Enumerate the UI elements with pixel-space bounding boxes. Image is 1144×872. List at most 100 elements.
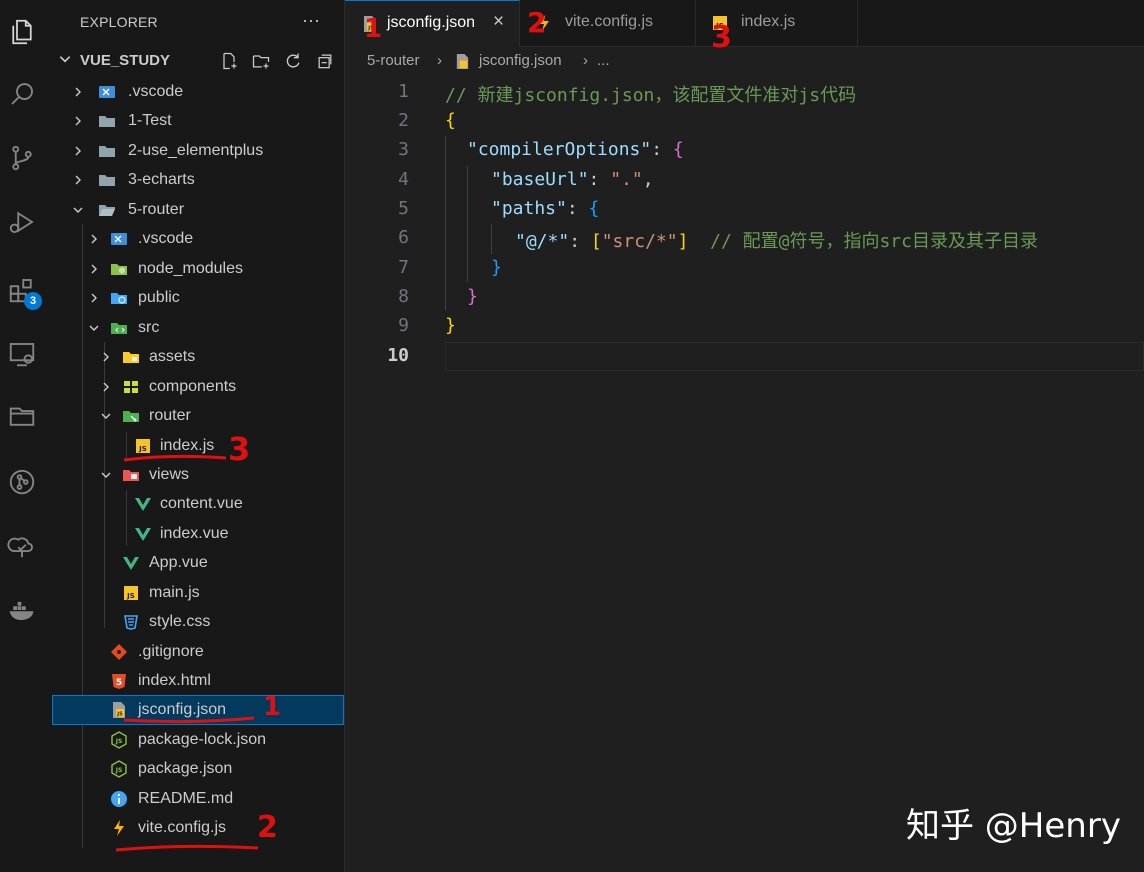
tree-item-content-vue[interactable]: content.vue xyxy=(52,490,344,518)
refresh-icon[interactable] xyxy=(282,51,304,71)
css-file-icon xyxy=(122,613,140,631)
code-line: 2 { xyxy=(398,110,456,131)
breadcrumb-folder[interactable]: 5-router xyxy=(367,52,420,69)
tree-item-5-router[interactable]: 5-router xyxy=(52,196,344,224)
chevron-down-icon xyxy=(73,207,83,213)
source-control-icon[interactable] xyxy=(2,138,42,178)
code-line: 3 "compilerOptions": { xyxy=(398,139,684,160)
breadcrumb-file[interactable]: jsconfig.json xyxy=(479,52,562,69)
tree-item-public[interactable]: public xyxy=(52,284,344,312)
tree-item-gitignore[interactable]: .gitignore xyxy=(52,638,344,666)
chevron-right-icon xyxy=(103,352,109,362)
npm-file-icon: JS xyxy=(110,760,128,778)
chevron-down-icon xyxy=(101,413,111,419)
explorer-title: EXPLORER xyxy=(80,14,158,30)
svg-text:JS: JS xyxy=(115,738,123,745)
tab-label: index.js xyxy=(741,13,796,30)
tree-item-vscode[interactable]: .vscode xyxy=(52,78,344,106)
remote-explorer-icon[interactable] xyxy=(2,334,42,374)
code-editor[interactable]: 1 // 新建jsconfig.json，该配置文件准对js代码 2 { 3 "… xyxy=(345,78,1144,872)
folder-icon xyxy=(98,142,116,160)
chevron-right-icon xyxy=(75,116,81,126)
new-folder-icon[interactable] xyxy=(250,51,272,71)
extensions-icon[interactable]: 3 xyxy=(2,270,42,310)
tree-item-readme-md[interactable]: README.md xyxy=(52,785,344,813)
tree-item-src[interactable]: src xyxy=(52,314,344,342)
folder-icon xyxy=(98,171,116,189)
svg-text:JS: JS xyxy=(126,592,135,600)
annotation-1-tab: 1 xyxy=(364,14,383,44)
docker-icon[interactable] xyxy=(2,590,42,630)
folder-icon xyxy=(98,112,116,130)
vue-file-icon xyxy=(134,495,152,513)
tree-item-3-echarts[interactable]: 3-echarts xyxy=(52,166,344,194)
annotation-2-tab: 2 xyxy=(527,6,547,39)
workspace-root-label: VUE_STUDY xyxy=(80,52,171,69)
tree-item-components[interactable]: components xyxy=(52,373,344,401)
chevron-right-icon xyxy=(75,87,81,97)
tree-item-style-css[interactable]: style.css xyxy=(52,608,344,636)
tree-item-index-html[interactable]: 5 index.html xyxy=(52,667,344,695)
chevron-down-icon xyxy=(59,56,71,63)
code-line: 7 } xyxy=(398,257,502,278)
vue-file-icon xyxy=(134,525,152,543)
tree-item-vite-config-js[interactable]: vite.config.js xyxy=(52,814,344,842)
chevron-right-icon xyxy=(91,264,97,274)
close-icon[interactable]: × xyxy=(493,11,504,33)
code-line: 6 "@/*": ["src/*"] // 配置@符号，指向src目录及其子目录 xyxy=(398,227,1038,252)
extensions-badge: 3 xyxy=(24,292,42,310)
git-graph-icon[interactable] xyxy=(2,462,42,502)
activity-bar: 3 xyxy=(0,0,45,872)
chevron-right-icon xyxy=(75,175,81,185)
annotation-1-tree: 1 xyxy=(263,692,282,722)
chevron-right-icon xyxy=(75,146,81,156)
components-folder-icon xyxy=(122,378,140,396)
search-icon[interactable] xyxy=(2,74,42,114)
npm-file-icon: JS xyxy=(110,731,128,749)
public-folder-icon xyxy=(110,289,128,307)
editor-tabs: JS jsconfig.json × vite.config.js JS ind… xyxy=(345,0,1144,47)
tree-item-vscode-nested[interactable]: .vscode xyxy=(52,225,344,253)
tree-item-package-lock-json[interactable]: JS package-lock.json xyxy=(52,726,344,754)
underline-mark xyxy=(123,716,255,724)
chevron-right-icon xyxy=(91,234,97,244)
explorer-icon[interactable] xyxy=(2,12,42,52)
node-folder-icon xyxy=(110,260,128,278)
tab-label: vite.config.js xyxy=(565,13,654,30)
chevron-down-icon xyxy=(89,325,99,331)
annotation-3-tree: 3 xyxy=(228,430,251,468)
src-folder-icon xyxy=(110,319,128,337)
code-line: 1 // 新建jsconfig.json，该配置文件准对js代码 xyxy=(398,81,857,106)
workspace-root[interactable]: VUE_STUDY xyxy=(44,48,344,74)
code-line: 8 } xyxy=(398,286,478,307)
tree-item-router[interactable]: router xyxy=(52,402,344,430)
jsconfig-file-icon xyxy=(454,53,471,74)
folder-icon[interactable] xyxy=(2,396,42,436)
tree-item-main-js[interactable]: JS main.js xyxy=(52,579,344,607)
breadcrumb-more[interactable]: ... xyxy=(597,52,610,69)
assets-folder-icon xyxy=(122,348,140,366)
underline-mark xyxy=(115,844,259,852)
tab-label: jsconfig.json xyxy=(387,14,476,31)
tree-item-index-vue[interactable]: index.vue xyxy=(52,520,344,548)
more-actions-icon[interactable]: ··· xyxy=(302,10,320,31)
info-file-icon xyxy=(110,790,128,808)
testing-icon[interactable] xyxy=(2,526,42,566)
new-file-icon[interactable] xyxy=(218,51,240,71)
tree-item-1-test[interactable]: 1-Test xyxy=(52,107,344,135)
collapse-all-icon[interactable] xyxy=(314,51,336,71)
svg-text:JS: JS xyxy=(115,767,123,774)
chevron-right-icon xyxy=(103,382,109,392)
tree-item-assets[interactable]: assets xyxy=(52,343,344,371)
annotation-3-tab: 3 xyxy=(711,20,732,55)
vue-file-icon xyxy=(122,554,140,572)
watermark: 知乎 @Henry xyxy=(906,806,1121,846)
explorer-sidebar: EXPLORER ··· VUE_STUDY .vscode 1-Test 2-… xyxy=(44,0,345,872)
run-debug-icon[interactable] xyxy=(2,202,42,242)
code-line: 4 "baseUrl": ".", xyxy=(398,169,654,190)
underline-mark xyxy=(123,454,227,462)
tree-item-node-modules[interactable]: node_modules xyxy=(52,255,344,283)
tree-item-2-use-elementplus[interactable]: 2-use_elementplus xyxy=(52,137,344,165)
tree-item-package-json[interactable]: JS package.json xyxy=(52,755,344,783)
tree-item-app-vue[interactable]: App.vue xyxy=(52,549,344,577)
